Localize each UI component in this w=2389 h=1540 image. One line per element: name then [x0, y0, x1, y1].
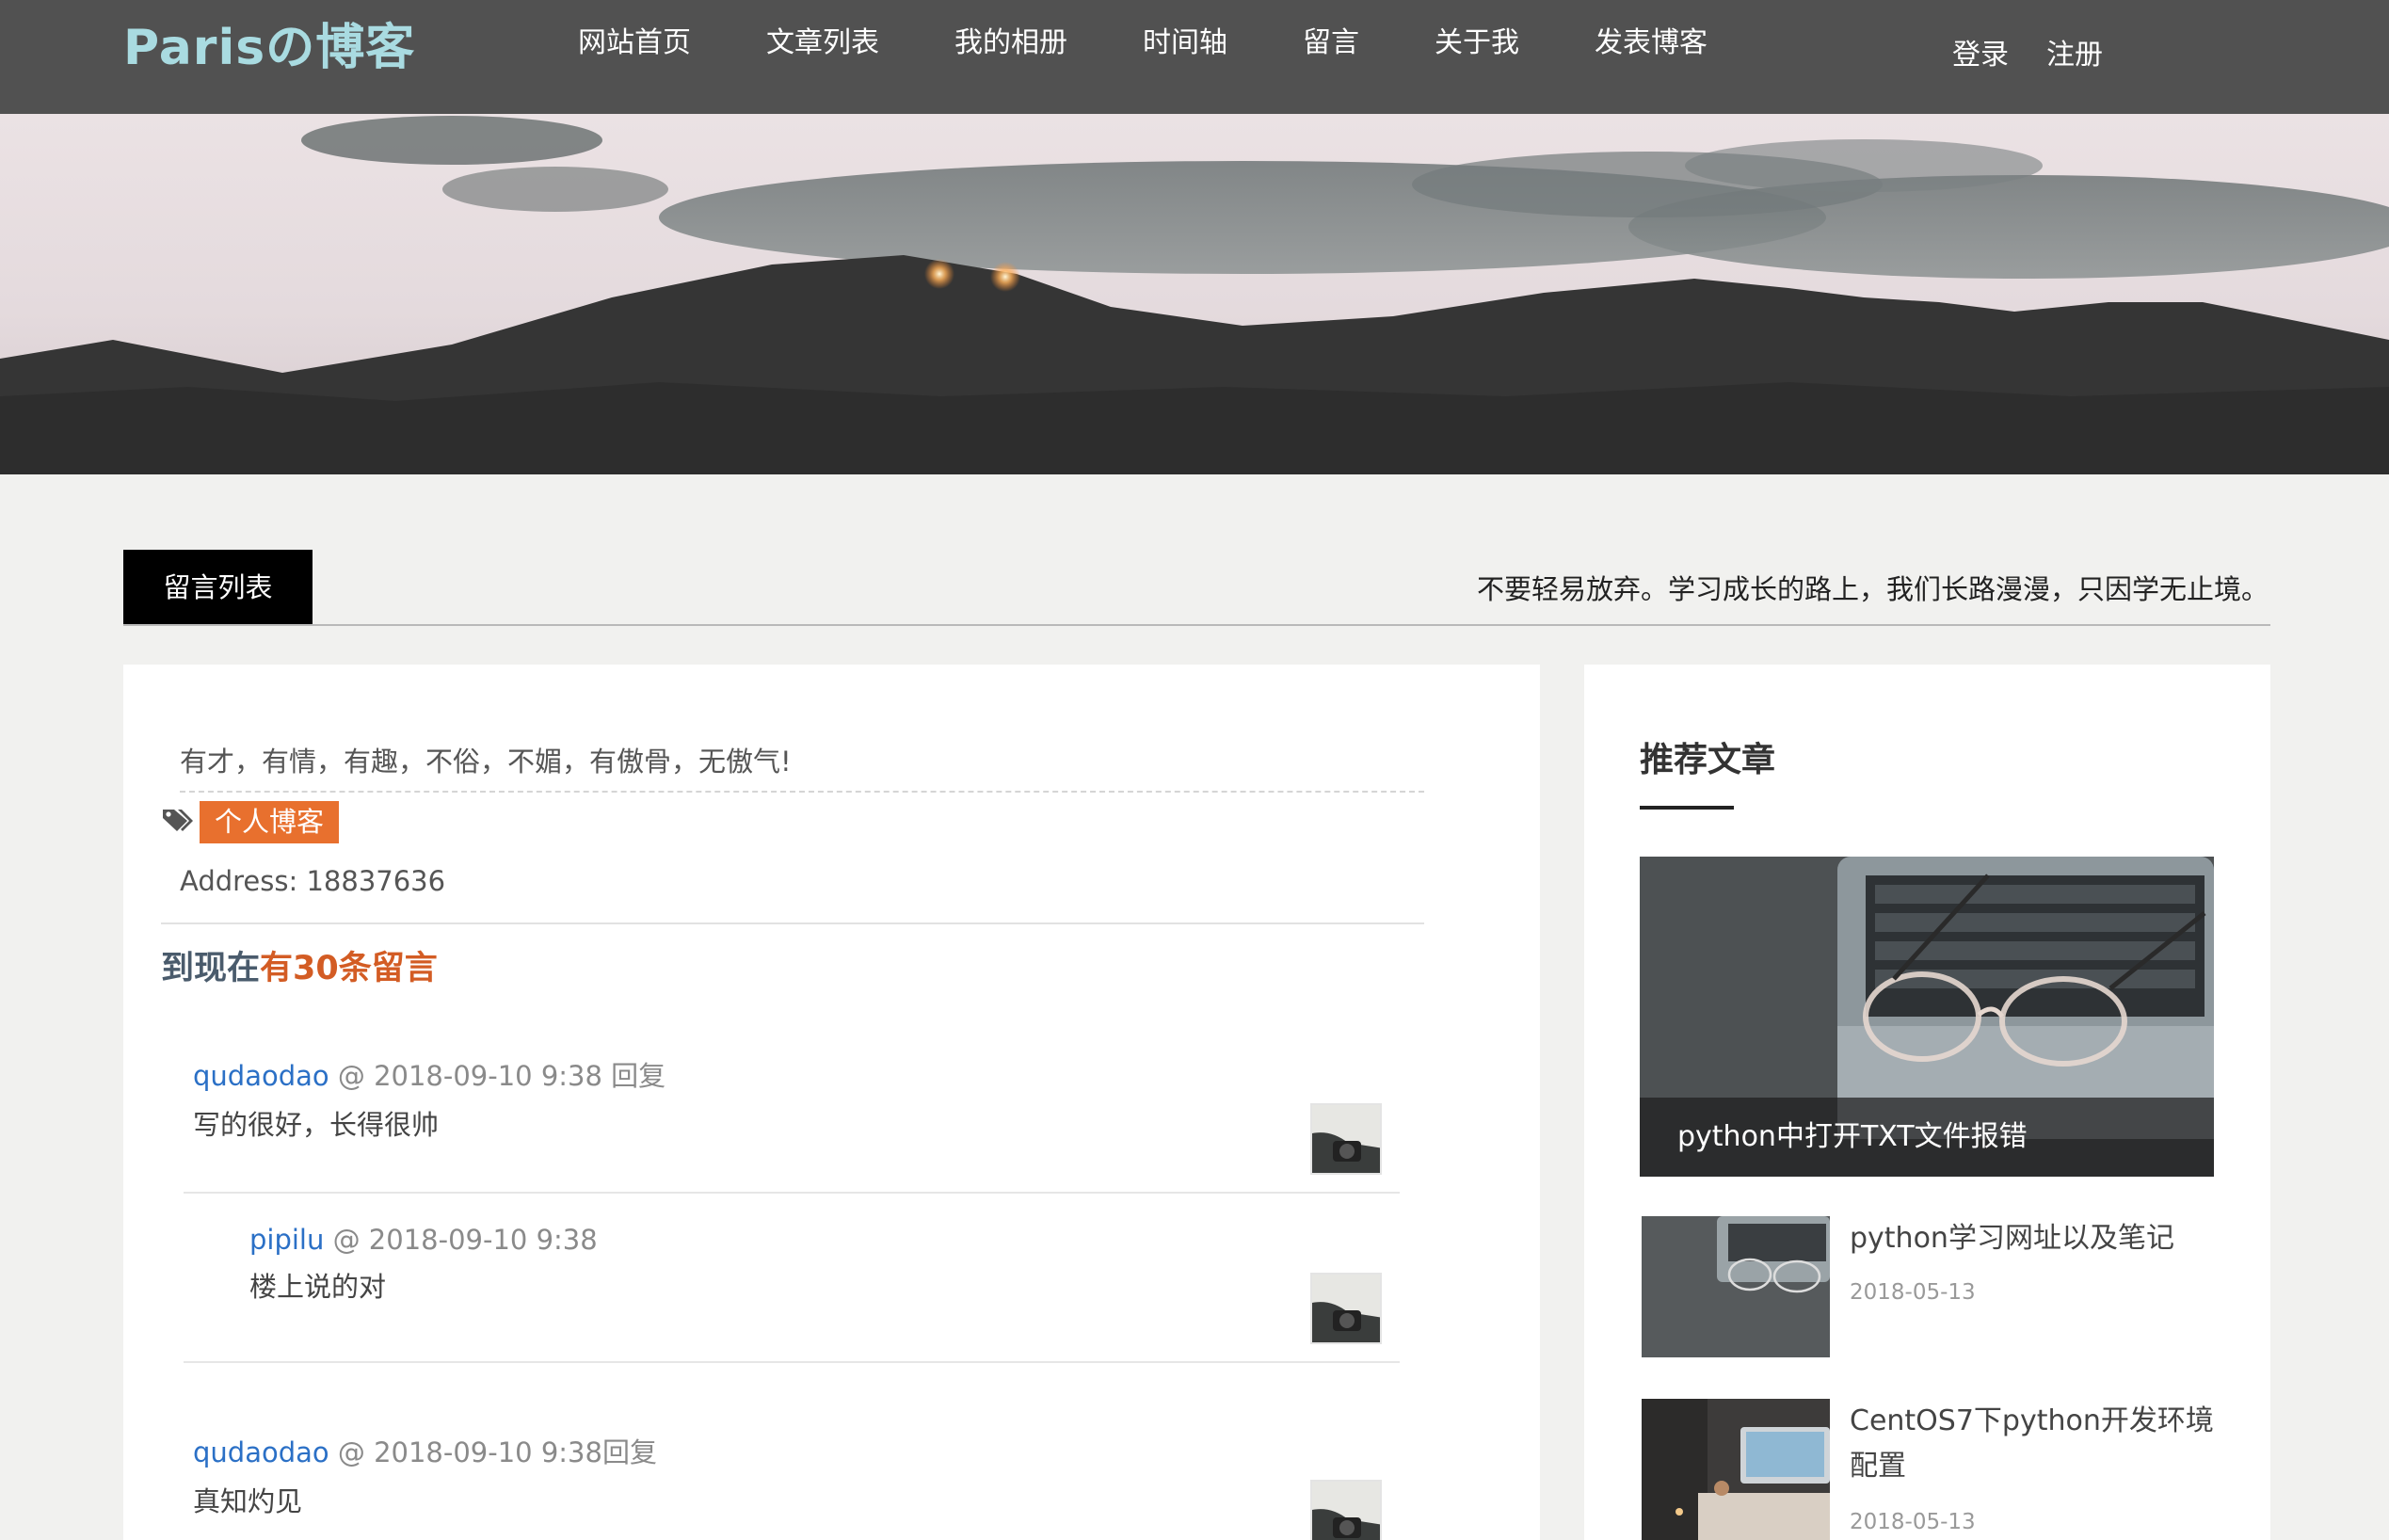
avatar-image: [1312, 1105, 1380, 1173]
message-count-prefix: 到现在: [161, 950, 261, 987]
motto-text: 不要轻易放弃。学习成长的路上，我们长路漫漫，只因学无止境。: [1476, 573, 2269, 605]
register-link[interactable]: 注册: [2046, 31, 2103, 72]
post-thumbnail: [1642, 1216, 1830, 1357]
recommended-post[interactable]: CentOS7下python开发环境配置 2018-05-13: [1640, 1399, 2214, 1540]
comment-text: 写的很好，长得很帅: [193, 1109, 440, 1141]
nav-articles[interactable]: 文章列表: [766, 19, 879, 60]
tag-personal-blog[interactable]: 个人博客: [200, 801, 340, 843]
post-thumbnail-image: [1642, 1399, 1830, 1540]
recommended-post[interactable]: python学习网址以及笔记 2018-05-13: [1640, 1216, 2214, 1359]
tab-message-list[interactable]: 留言列表: [123, 550, 313, 625]
message-count: 到现在有30条留言: [161, 941, 438, 989]
comment-item: qudaodao @ 2018-09-10 9:38回复 真知灼见: [193, 1431, 657, 1519]
avatar[interactable]: [1310, 1273, 1382, 1344]
message-board-card: 有才，有情，有趣，不俗，不媚，有傲骨，无傲气! 个人博客 Address: 18…: [123, 665, 1540, 1540]
reply-link[interactable]: 回复: [611, 1060, 665, 1092]
login-link[interactable]: 登录: [1952, 31, 2009, 72]
sidebar-title-underline: [1640, 806, 1734, 810]
tags-icon: [163, 810, 193, 831]
comment-username[interactable]: pipilu: [249, 1224, 324, 1256]
comment-username[interactable]: qudaodao: [193, 1436, 329, 1468]
site-logo[interactable]: Parisの博客: [123, 8, 415, 78]
post-date: 2018-05-13: [1850, 1280, 1976, 1305]
tab-divider: [123, 624, 2270, 626]
comment-text: 楼上说的对: [249, 1271, 387, 1303]
post-title[interactable]: python学习网址以及笔记: [1850, 1216, 2217, 1261]
profile-intro: 有才，有情，有趣，不俗，不媚，有傲骨，无傲气!: [180, 746, 792, 778]
comment-timestamp: @ 2018-09-10 9:38: [329, 1436, 602, 1468]
nav-publish[interactable]: 发表博客: [1595, 19, 1708, 60]
message-count-number: 有30条留言: [260, 950, 438, 987]
top-navbar: Parisの博客 网站首页 文章列表 我的相册 时间轴 留言 关于我 发表博客 …: [0, 0, 2389, 114]
avatar[interactable]: [1310, 1103, 1382, 1175]
comment-divider: [184, 1361, 1400, 1363]
post-title[interactable]: CentOS7下python开发环境配置: [1850, 1399, 2217, 1489]
comment-divider: [184, 1192, 1400, 1194]
post-thumbnail-image: [1642, 1216, 1830, 1357]
recommended-sidebar: 推荐文章 python中打开TXT文件报错 python学习网址以及笔记 201…: [1584, 665, 2270, 1540]
featured-article-title[interactable]: python中打开TXT文件报错: [1640, 1098, 2214, 1177]
comment-timestamp: @ 2018-09-10 9:38: [329, 1060, 612, 1092]
hero-banner: [0, 114, 2389, 474]
post-thumbnail: [1642, 1399, 1830, 1540]
avatar[interactable]: [1310, 1480, 1382, 1540]
sidebar-title: 推荐文章: [1640, 741, 1776, 779]
comment-item-reply: pipilu @ 2018-09-10 9:38 楼上说的对: [249, 1224, 598, 1305]
section-divider: [161, 922, 1424, 924]
dashed-divider: [180, 791, 1424, 793]
address-text: Address: 18837636: [180, 865, 446, 897]
reply-link[interactable]: 回复: [602, 1436, 657, 1468]
comment-text: 真知灼见: [193, 1485, 303, 1517]
nav-messages[interactable]: 留言: [1303, 19, 1359, 60]
avatar-image: [1312, 1482, 1380, 1540]
mountain-landscape-image: [0, 116, 2389, 474]
nav-album[interactable]: 我的相册: [954, 19, 1067, 60]
post-date: 2018-05-13: [1850, 1510, 1976, 1534]
comment-username[interactable]: qudaodao: [193, 1060, 329, 1092]
comment-timestamp: @ 2018-09-10 9:38: [324, 1224, 598, 1256]
nav-home[interactable]: 网站首页: [578, 19, 691, 60]
featured-article[interactable]: python中打开TXT文件报错: [1640, 857, 2214, 1177]
avatar-image: [1312, 1275, 1380, 1342]
nav-timeline[interactable]: 时间轴: [1143, 19, 1227, 60]
nav-about[interactable]: 关于我: [1435, 19, 1519, 60]
comment-item: qudaodao @ 2018-09-10 9:38 回复 写的很好，长得很帅: [193, 1054, 665, 1143]
